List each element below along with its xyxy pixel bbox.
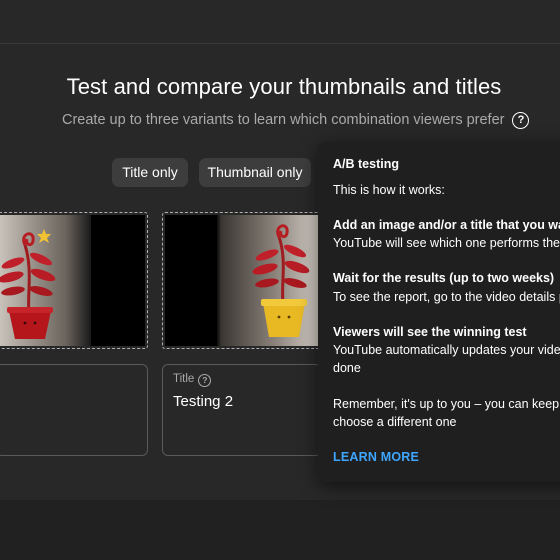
tooltip-title: A/B testing bbox=[333, 157, 399, 171]
tooltip-step2-body: To see the report, go to the video detai… bbox=[333, 290, 560, 304]
tooltip-step1-title: Add an image and/or a title that you wan… bbox=[333, 218, 560, 232]
page-subtitle: Create up to three variants to learn whi… bbox=[62, 112, 530, 129]
tooltip-step1-body: YouTube will see which one performs the … bbox=[333, 236, 560, 250]
title-field-a[interactable] bbox=[0, 364, 148, 456]
thumbnail-only-chip[interactable]: Thumbnail only bbox=[199, 158, 311, 187]
subtitle-text: Create up to three variants to learn whi… bbox=[62, 112, 505, 128]
tooltip-step3-title: Viewers will see the winning test bbox=[333, 325, 527, 339]
title-label-text: Title bbox=[173, 373, 195, 385]
help-icon[interactable]: ? bbox=[198, 374, 212, 387]
top-bar bbox=[0, 0, 560, 44]
title-field-b-value[interactable]: Testing 2 bbox=[173, 393, 233, 410]
thumbnail-b-image bbox=[165, 215, 319, 346]
tooltip-step2-title: Wait for the results (up to two weeks) bbox=[333, 271, 555, 285]
tooltip-step3-body-line2: done bbox=[333, 361, 361, 375]
help-icon[interactable]: ? bbox=[512, 112, 530, 129]
ab-testing-tooltip: A/B testing This is how it works: Add an… bbox=[318, 142, 560, 482]
title-field-b[interactable]: Title? Testing 2 bbox=[162, 364, 322, 456]
learn-more-link[interactable]: LEARN MORE bbox=[333, 450, 419, 464]
title-field-b-label: Title? bbox=[173, 373, 212, 387]
tooltip-step3-body-line1: YouTube automatically updates your video bbox=[333, 343, 560, 357]
thumbnail-a-image bbox=[0, 215, 145, 346]
footer-band bbox=[0, 500, 560, 560]
page-title: Test and compare your thumbnails and tit… bbox=[66, 74, 502, 99]
tooltip-reminder-line2: choose a different one bbox=[333, 415, 457, 429]
tooltip-reminder-line1: Remember, it's up to you – you can keep … bbox=[333, 397, 560, 411]
thumbnail-variant-a[interactable] bbox=[0, 212, 148, 349]
title-only-chip[interactable]: Title only bbox=[112, 158, 188, 187]
tooltip-intro: This is how it works: bbox=[333, 183, 445, 197]
thumbnail-variant-b[interactable] bbox=[162, 212, 322, 349]
